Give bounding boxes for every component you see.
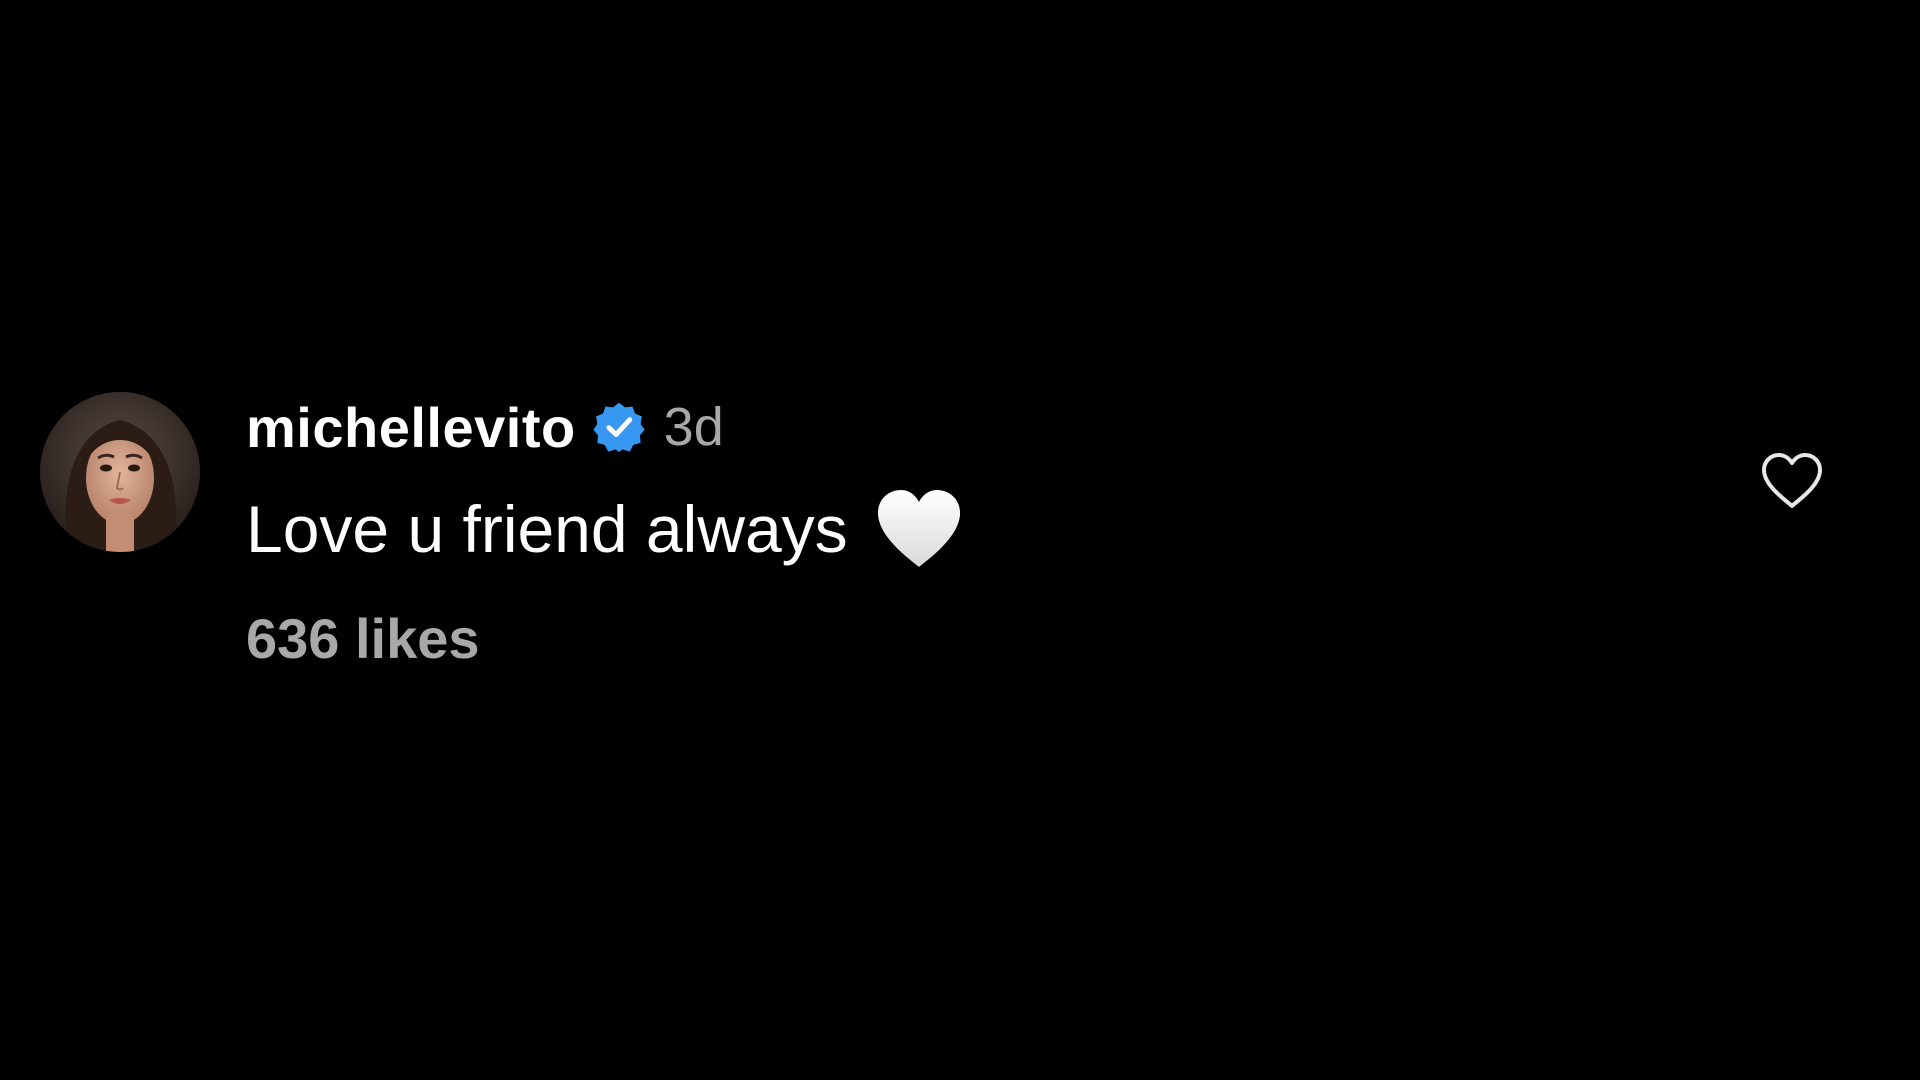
comment-body: michellevito 3d Love u friend always 636… [246, 392, 964, 671]
comment-text: Love u friend always [246, 492, 848, 566]
white-heart-emoji-icon [874, 487, 964, 571]
heart-outline-icon[interactable] [1760, 452, 1824, 510]
comment-row: michellevito 3d Love u friend always 636… [0, 0, 1920, 1080]
comment-text-line: Love u friend always [246, 484, 964, 574]
comment-header: michellevito 3d [246, 392, 964, 462]
timestamp: 3d [663, 397, 724, 457]
likes-count[interactable]: 636 likes [246, 606, 964, 671]
username[interactable]: michellevito [246, 395, 576, 460]
profile-photo [40, 392, 200, 552]
avatar[interactable] [40, 392, 200, 552]
verified-badge-icon [592, 400, 646, 454]
